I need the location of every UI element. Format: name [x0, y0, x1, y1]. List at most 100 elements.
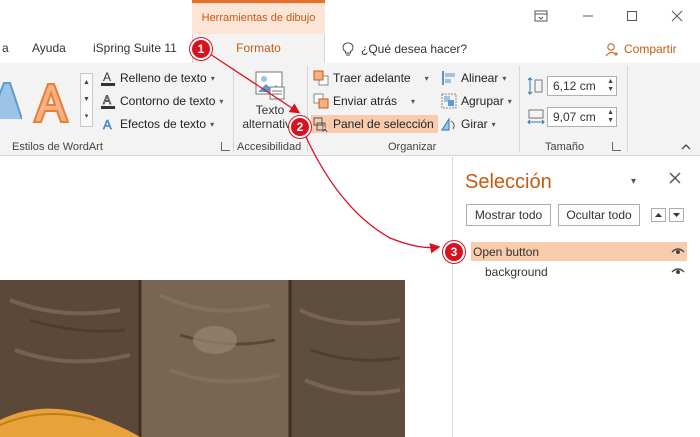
maximize-icon[interactable] [622, 7, 642, 25]
send-backward-label: Enviar atrás [333, 94, 398, 108]
selection-item-open-button[interactable]: ▷ Open button [457, 242, 687, 261]
height-icon [527, 77, 543, 95]
callout-badge-2: 2 [289, 116, 311, 138]
share-button[interactable]: Compartir [604, 41, 677, 57]
dialog-launcher-icon[interactable] [612, 142, 621, 151]
title-bar: Herramientas de dibujo [0, 0, 700, 34]
hide-all-button[interactable]: Ocultar todo [558, 204, 640, 226]
group-label: Agrupar [461, 94, 504, 108]
selection-item-label: Open button [473, 244, 540, 259]
tell-me-text: ¿Qué desea hacer? [361, 42, 468, 56]
tab-help[interactable]: Ayuda [32, 41, 66, 55]
collapse-ribbon-icon[interactable] [680, 141, 692, 151]
callout-badge-1: 1 [190, 38, 212, 60]
send-backward-icon [313, 93, 329, 109]
show-all-button[interactable]: Mostrar todo [466, 204, 551, 226]
selection-item-background[interactable]: background [471, 262, 687, 281]
rotate-button[interactable]: Girar ▾ [441, 115, 496, 133]
drawing-tools-contextual-tab: Herramientas de dibujo [192, 0, 325, 34]
alt-text-icon [254, 69, 286, 101]
height-value: 6,12 cm [553, 79, 596, 93]
group-separator [307, 66, 308, 152]
text-fill-button[interactable]: A Relleno de texto ▾ [100, 69, 215, 87]
dropdown-caret-icon: ▾ [210, 119, 215, 129]
wordart-group-label: Estilos de WordArt [12, 141, 103, 153]
group-button[interactable]: Agrupar ▾ [441, 92, 512, 110]
width-input[interactable]: 9,07 cm ▲ ▼ [547, 107, 617, 127]
ribbon-tabs: a Ayuda iSpring Suite 11 Formato ¿Qué de… [0, 34, 700, 64]
text-outline-icon: A [100, 93, 116, 109]
text-effects-button[interactable]: A Efectos de texto ▾ [100, 115, 214, 133]
minimize-icon[interactable] [578, 7, 598, 25]
selection-pane-label: Panel de selección [333, 117, 434, 131]
wordart-gallery-scroll[interactable]: ▲ ▼ ▾ [80, 73, 93, 127]
selection-pane-button[interactable]: Panel de selección [311, 115, 438, 133]
group-separator [627, 66, 628, 152]
alt-text-label-line1: Texto [255, 103, 285, 117]
size-group-label: Tamaño [545, 141, 585, 153]
bring-forward-icon [313, 70, 329, 86]
width-spinner-icon[interactable]: ▲ ▼ [607, 109, 614, 125]
rotate-icon [441, 116, 457, 132]
slide-canvas[interactable] [0, 157, 452, 437]
text-fill-icon: A [100, 70, 116, 86]
svg-text:A: A [103, 70, 111, 84]
organize-group-label: Organizar [388, 141, 437, 153]
bring-forward-order-button[interactable] [651, 208, 666, 222]
person-share-icon [604, 41, 620, 57]
dropdown-caret-icon: ▾ [210, 73, 215, 83]
dropdown-caret-icon: ▾ [219, 96, 224, 106]
width-value: 9,07 cm [553, 110, 596, 124]
align-icon [441, 70, 457, 86]
tab-partial[interactable]: a [2, 41, 9, 55]
ribbon-display-options-icon[interactable] [531, 7, 551, 25]
dropdown-caret-icon: ▾ [507, 96, 512, 106]
wordart-style-blue-partial[interactable] [0, 79, 22, 123]
width-icon [527, 108, 545, 126]
dropdown-caret-icon: ▾ [424, 73, 429, 83]
accessibility-group-label: Accesibilidad [237, 141, 302, 153]
selection-pane: Selección ▾ Mostrar todo Ocultar todo ▷ … [452, 157, 700, 437]
background-wood-image[interactable] [0, 280, 405, 437]
send-backward-order-button[interactable] [669, 208, 684, 222]
eye-visible-icon[interactable] [671, 265, 685, 279]
dropdown-caret-icon: ▾ [502, 73, 507, 83]
svg-text:A: A [103, 117, 112, 132]
text-effects-icon: A [100, 116, 116, 132]
dialog-launcher-icon[interactable] [221, 142, 230, 151]
close-window-icon[interactable] [667, 7, 687, 25]
group-icon [441, 93, 457, 109]
rotate-label: Girar [461, 117, 488, 131]
selection-item-label: background [485, 264, 548, 279]
dropdown-caret-icon: ▾ [491, 119, 496, 129]
pane-options-icon[interactable]: ▾ [631, 176, 636, 187]
bring-forward-button[interactable]: Traer adelante ▾ [313, 69, 429, 87]
move-up-icon [655, 213, 662, 217]
selection-pane-title: Selección [465, 171, 552, 193]
text-effects-label: Efectos de texto [120, 117, 207, 131]
move-down-icon [673, 213, 680, 217]
lightbulb-icon [340, 41, 356, 57]
callout-badge-3: 3 [443, 241, 465, 263]
ribbon: ▲ ▼ ▾ A Relleno de texto ▾ A Contorno de t… [0, 63, 700, 156]
dropdown-caret-icon: ▾ [411, 96, 416, 106]
height-spinner-icon[interactable]: ▲ ▼ [607, 78, 614, 94]
svg-text:A: A [103, 93, 111, 107]
align-button[interactable]: Alinear ▾ [441, 69, 506, 87]
group-separator [519, 66, 520, 152]
eye-visible-icon[interactable] [671, 245, 685, 259]
close-pane-icon[interactable] [669, 172, 681, 187]
wordart-style-orange[interactable] [30, 78, 72, 126]
group-separator [233, 66, 234, 152]
share-label: Compartir [624, 42, 677, 56]
text-fill-label: Relleno de texto [120, 71, 207, 85]
selection-pane-icon [313, 116, 329, 132]
bring-forward-label: Traer adelante [333, 71, 411, 85]
text-outline-label: Contorno de texto [120, 94, 216, 108]
send-backward-button[interactable]: Enviar atrás ▾ [313, 92, 415, 110]
tell-me-box[interactable]: ¿Qué desea hacer? [340, 41, 467, 57]
align-label: Alinear [461, 71, 499, 85]
tab-ispring[interactable]: iSpring Suite 11 [93, 41, 177, 55]
height-input[interactable]: 6,12 cm ▲ ▼ [547, 76, 617, 96]
text-outline-button[interactable]: A Contorno de texto ▾ [100, 92, 223, 110]
